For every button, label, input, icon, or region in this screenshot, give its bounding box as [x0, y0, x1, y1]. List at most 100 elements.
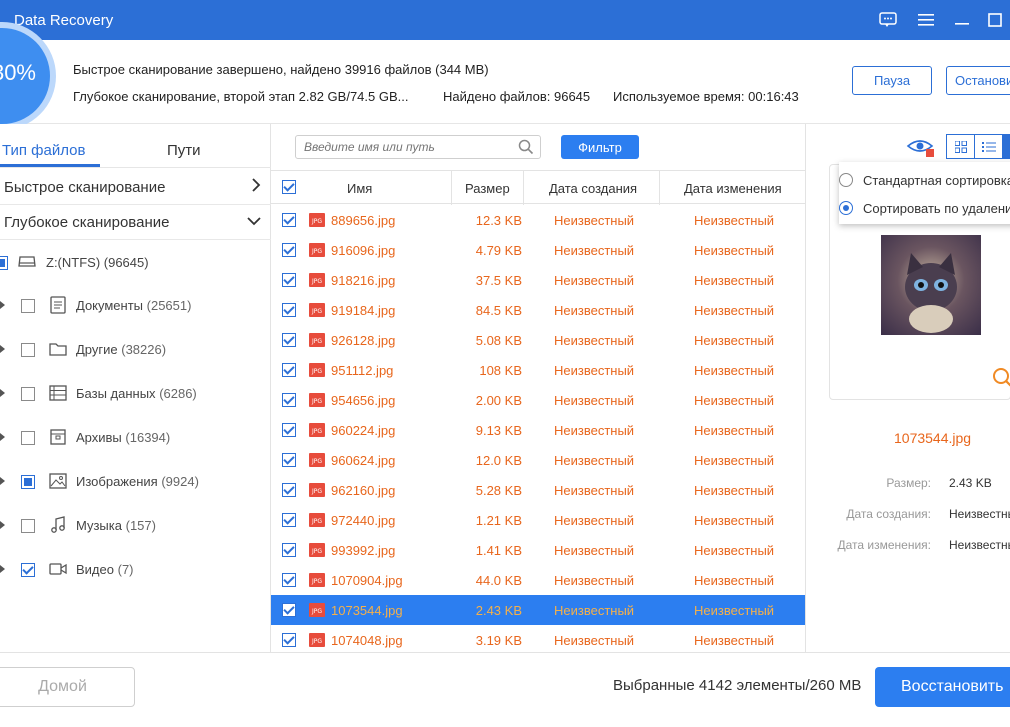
menu-icon[interactable]	[916, 10, 936, 30]
category-row[interactable]: Видео (7)	[0, 555, 271, 585]
select-all-checkbox[interactable]	[282, 180, 296, 194]
category-checkbox[interactable]	[21, 519, 35, 533]
pause-button[interactable]: Пауза	[852, 66, 932, 95]
file-name: 960224.jpg	[331, 423, 396, 438]
category-name: Документы	[76, 298, 144, 313]
category-row[interactable]: Архивы (16394)	[0, 423, 271, 453]
expand-arrow-icon[interactable]	[0, 433, 5, 441]
table-row[interactable]: JPG 916096.jpg 4.79 KB Неизвестный Неизвестн…	[271, 235, 805, 265]
row-checkbox[interactable]	[282, 393, 296, 407]
category-row[interactable]: Другие (38226)	[0, 335, 271, 365]
preview-eye-icon[interactable]	[906, 136, 936, 161]
category-row[interactable]: Базы данных (6286)	[0, 379, 271, 409]
table-row[interactable]: JPG 962160.jpg 5.28 KB Неизвестный Неизвестн…	[271, 475, 805, 505]
category-row[interactable]: Изображения (9924)	[0, 467, 271, 497]
feedback-icon[interactable]	[878, 10, 898, 30]
table-row[interactable]: JPG 1074048.jpg 3.19 KB Неизвестный Неизвест…	[271, 625, 805, 655]
row-checkbox[interactable]	[282, 363, 296, 377]
drive-checkbox[interactable]	[0, 256, 8, 270]
expand-arrow-icon[interactable]	[0, 565, 5, 573]
row-checkbox[interactable]	[282, 603, 296, 617]
category-name: Изображения	[76, 474, 158, 489]
home-button[interactable]: Домой	[0, 667, 135, 707]
filter-button[interactable]: Фильтр	[561, 135, 639, 159]
stop-button[interactable]: Остановить	[946, 66, 1010, 95]
table-row[interactable]: JPG 919184.jpg 84.5 KB Неизвестный Неизвестн…	[271, 295, 805, 325]
row-checkbox[interactable]	[282, 483, 296, 497]
row-checkbox[interactable]	[282, 213, 296, 227]
sort-option-deleted[interactable]: Сортировать по удалению	[839, 194, 1010, 222]
expand-arrow-icon[interactable]	[0, 389, 5, 397]
category-checkbox[interactable]	[21, 475, 35, 489]
expand-arrow-icon[interactable]	[0, 521, 5, 529]
row-checkbox[interactable]	[282, 333, 296, 347]
file-created: Неизвестный	[554, 213, 635, 228]
recover-button[interactable]: Восстановить	[875, 667, 1010, 707]
category-row[interactable]: Музыка (157)	[0, 511, 271, 541]
column-name[interactable]: Имя	[347, 181, 372, 196]
sort-option-standard[interactable]: Стандартная сортировка	[839, 166, 1010, 194]
quick-scan-status: Быстрое сканирование завершено, найдено …	[73, 62, 489, 77]
table-row[interactable]: JPG 954656.jpg 2.00 KB Неизвестный Неизвестн…	[271, 385, 805, 415]
table-row[interactable]: JPG 960224.jpg 9.13 KB Неизвестный Неизвестн…	[271, 415, 805, 445]
file-size: 1.21 KB	[475, 513, 522, 528]
sort-deleted-label: Сортировать по удалению	[863, 201, 1010, 216]
row-checkbox[interactable]	[282, 543, 296, 557]
drive-row[interactable]: Z:(NTFS) (96645)	[0, 248, 271, 278]
expand-arrow-icon[interactable]	[0, 477, 5, 485]
row-checkbox[interactable]	[282, 423, 296, 437]
table-row[interactable]: JPG 972440.jpg 1.21 KB Неизвестный Неизвестн…	[271, 505, 805, 535]
table-row[interactable]: JPG 993992.jpg 1.41 KB Неизвестный Неизвестн…	[271, 535, 805, 565]
row-checkbox[interactable]	[282, 453, 296, 467]
search-box[interactable]	[295, 135, 541, 159]
expand-arrow-icon[interactable]	[0, 345, 5, 353]
jpg-file-icon: JPG	[309, 573, 325, 587]
column-created[interactable]: Дата создания	[549, 181, 637, 196]
column-size[interactable]: Размер	[465, 181, 510, 196]
category-count: (25651)	[146, 298, 192, 313]
quick-scan-section[interactable]: Быстрое сканирование	[0, 170, 271, 205]
detail-view-icon[interactable]	[1002, 134, 1010, 159]
row-checkbox[interactable]	[282, 243, 296, 257]
maximize-icon[interactable]	[985, 10, 1005, 30]
file-created: Неизвестный	[554, 333, 635, 348]
deep-scan-section[interactable]: Глубокое сканирование	[0, 205, 271, 240]
grid-view-icon[interactable]	[946, 134, 975, 159]
sort-standard-radio[interactable]	[839, 173, 853, 187]
row-checkbox[interactable]	[282, 573, 296, 587]
category-checkbox[interactable]	[21, 299, 35, 313]
tab-file-types[interactable]: Тип файлов	[2, 142, 85, 159]
tab-paths[interactable]: Пути	[167, 142, 201, 159]
sort-deleted-radio[interactable]	[839, 201, 853, 215]
table-row[interactable]: JPG 1070904.jpg 44.0 KB Неизвестный Неизвест…	[271, 565, 805, 595]
jpg-file-icon: JPG	[309, 423, 325, 437]
svg-text:JPG: JPG	[311, 458, 322, 465]
search-input[interactable]	[304, 140, 514, 154]
search-icon[interactable]	[518, 139, 534, 158]
table-row[interactable]: JPG 951112.jpg 108 KB Неизвестный Неизвестны…	[271, 355, 805, 385]
category-count: (7)	[117, 562, 134, 577]
row-checkbox[interactable]	[282, 513, 296, 527]
table-header: Имя Размер Дата создания Дата изменения	[271, 170, 805, 205]
category-row[interactable]: Документы (25651)	[0, 291, 271, 321]
table-row[interactable]: JPG 926128.jpg 5.08 KB Неизвестный Неизвестн…	[271, 325, 805, 355]
row-checkbox[interactable]	[282, 303, 296, 317]
expand-arrow-icon[interactable]	[0, 301, 5, 309]
category-checkbox[interactable]	[21, 387, 35, 401]
list-view-icon[interactable]	[974, 134, 1003, 159]
modified-value: Неизвестный	[949, 538, 1010, 552]
category-checkbox[interactable]	[21, 343, 35, 357]
row-checkbox[interactable]	[282, 273, 296, 287]
preview-thumbnail[interactable]	[881, 235, 981, 335]
category-label: Архивы (16394)	[76, 430, 170, 445]
category-checkbox[interactable]	[21, 431, 35, 445]
table-row[interactable]: JPG 1073544.jpg 2.43 KB Неизвестный Неизвест…	[271, 595, 805, 625]
table-row[interactable]: JPG 889656.jpg 12.3 KB Неизвестный Неизвестн…	[271, 205, 805, 235]
row-checkbox[interactable]	[282, 633, 296, 647]
table-row[interactable]: JPG 960624.jpg 12.0 KB Неизвестный Неизвестн…	[271, 445, 805, 475]
zoom-icon[interactable]	[992, 367, 1010, 392]
table-row[interactable]: JPG 918216.jpg 37.5 KB Неизвестный Неизвестн…	[271, 265, 805, 295]
category-checkbox[interactable]	[21, 563, 35, 577]
column-modified[interactable]: Дата изменения	[684, 181, 782, 196]
minimize-icon[interactable]	[952, 10, 972, 30]
